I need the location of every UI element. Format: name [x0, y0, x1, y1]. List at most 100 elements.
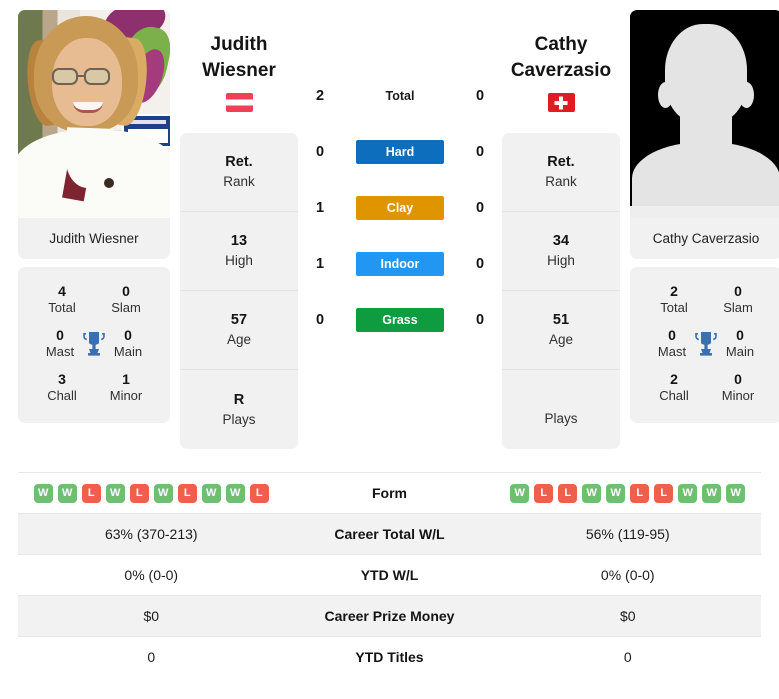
h2h-surface-label-indoor[interactable]: Indoor [356, 252, 444, 276]
photo-glasses-left [52, 68, 78, 85]
right-photo-caption: Cathy Caverzasio [652, 231, 760, 246]
trophy-icon [694, 330, 718, 356]
left-rank-label: Rank [223, 174, 255, 190]
left-age-cell: 57 Age [180, 291, 298, 370]
right-cell: 0% (0-0) [600, 567, 655, 583]
left-titles-main-value: 0 [124, 327, 132, 343]
form-badge-loss[interactable]: L [249, 483, 269, 503]
left-titles-chall-value: 3 [58, 371, 66, 387]
left-player-column: Judith Wiesner 4 Total 0 Slam 0 Mast 0 M… [18, 10, 170, 472]
h2h-right-value: 0 [475, 200, 485, 216]
left-rank-card: Ret. Rank 13 High 57 Age R Plays [180, 133, 298, 449]
right-age-cell: 51 Age [502, 291, 620, 370]
h2h-surface-label-hard[interactable]: Hard [356, 140, 444, 164]
right-titles-slam-value: 0 [734, 283, 742, 299]
avatar-head [665, 24, 747, 124]
right-titles-chall-value: 2 [670, 371, 678, 387]
row-label: YTD Titles [355, 649, 424, 665]
form-badge-loss[interactable]: L [654, 483, 674, 503]
left-rank-column: Judith Wiesner Ret. Rank 13 High 57 Age [180, 10, 298, 472]
right-titles-minor-value: 0 [734, 371, 742, 387]
form-badge-win[interactable]: W [57, 483, 77, 503]
table-row: W W L W L W L W W L Form W L L W W L L W W W [18, 472, 761, 513]
left-titles-mast: 0 Mast [38, 327, 82, 359]
right-player-header[interactable]: Cathy Caverzasio [502, 10, 620, 128]
form-badge-win[interactable]: W [33, 483, 53, 503]
form-badge-win[interactable]: W [726, 483, 746, 503]
right-form-strip: WLLWWLLWWW [510, 483, 746, 503]
right-rank-cell: Ret. Rank [502, 133, 620, 212]
right-titles-total-value: 2 [670, 283, 678, 299]
right-player-first-name: Cathy [534, 34, 588, 55]
h2h-left-value: 2 [315, 88, 325, 104]
photo-brooch [104, 178, 114, 188]
form-badge-win[interactable]: W [105, 483, 125, 503]
form-badge-loss[interactable]: L [129, 483, 149, 503]
left-high-label: High [225, 253, 253, 269]
h2h-surface-label-grass[interactable]: Grass [356, 308, 444, 332]
right-cell: 0 [623, 649, 632, 665]
right-cell: 56% (119-95) [585, 526, 670, 542]
form-badge-win[interactable]: W [225, 483, 245, 503]
right-titles-mast: 0 Mast [650, 327, 694, 359]
h2h-right-value: 0 [475, 256, 485, 272]
form-badge-loss[interactable]: L [81, 483, 101, 503]
right-rank-label: Rank [545, 174, 577, 190]
right-titles-row-2: 0 Mast 0 Main [636, 321, 776, 365]
form-badge-win[interactable]: W [678, 483, 698, 503]
form-badge-loss[interactable]: L [177, 483, 197, 503]
right-rank-card: Ret. Rank 34 High 51 Age Plays [502, 133, 620, 449]
right-cell: WLLWWLLWWW [495, 483, 762, 503]
h2h-surface-label-total: Total [385, 89, 415, 103]
right-plays-cell: Plays [502, 370, 620, 449]
h2h-right-value: 0 [475, 144, 485, 160]
left-rank-cell: Ret. Rank [180, 133, 298, 212]
row-label: Career Total W/L [334, 526, 445, 542]
player-comparison-page: Judith Wiesner 4 Total 0 Slam 0 Mast 0 M… [0, 0, 779, 699]
h2h-row-grass: 0 Grass 0 [298, 292, 502, 348]
right-plays-label: Plays [544, 410, 578, 426]
form-badge-loss[interactable]: L [630, 483, 650, 503]
h2h-row-indoor: 1 Indoor 0 [298, 236, 502, 292]
form-badge-win[interactable]: W [606, 483, 626, 503]
right-titles-minor: 0 Minor [714, 371, 762, 403]
right-player-photo-card[interactable]: Cathy Caverzasio [630, 10, 779, 259]
form-badge-loss[interactable]: L [534, 483, 554, 503]
row-label: Form [372, 485, 407, 501]
h2h-left-value: 0 [315, 144, 325, 160]
h2h-right-value: 0 [475, 88, 485, 104]
left-cell: 0 [147, 649, 156, 665]
h2h-surface-label-clay[interactable]: Clay [356, 196, 444, 220]
left-titles-row-2: 0 Mast 0 Main [24, 321, 164, 365]
left-player-header[interactable]: Judith Wiesner [180, 10, 298, 128]
right-player-last-name: Caverzasio [510, 59, 612, 81]
form-badge-win[interactable]: W [201, 483, 221, 503]
left-titles-total-value: 4 [58, 283, 66, 299]
form-badge-win[interactable]: W [510, 483, 530, 503]
head-to-head-column: 2 Total 0 0 Hard 0 1 Clay 0 1 Indoor 0 0 Grass 0 [298, 10, 502, 472]
right-titles-main-label: Main [725, 344, 755, 359]
left-plays-cell: R Plays [180, 370, 298, 449]
left-titles-mast-label: Mast [45, 344, 75, 359]
right-titles-main-value: 0 [736, 327, 744, 343]
photo-glasses-right [84, 68, 110, 85]
h2h-left-value: 1 [315, 256, 325, 272]
compare-section: Judith Wiesner 4 Total 0 Slam 0 Mast 0 M… [0, 0, 779, 472]
right-cell: $0 [619, 608, 636, 624]
avatar-base [630, 206, 779, 218]
left-titles-slam-value: 0 [122, 283, 130, 299]
right-high-cell: 34 High [502, 212, 620, 291]
left-titles-row-1: 4 Total 0 Slam [24, 277, 164, 321]
form-badge-loss[interactable]: L [558, 483, 578, 503]
left-titles-total: 4 Total [38, 283, 86, 315]
head-to-head-list: 2 Total 0 0 Hard 0 1 Clay 0 1 Indoor 0 0 Grass 0 [298, 10, 502, 348]
left-cell: 63% (370-213) [104, 526, 198, 542]
right-titles-total: 2 Total [650, 283, 698, 315]
h2h-row-hard: 0 Hard 0 [298, 124, 502, 180]
form-badge-win[interactable]: W [582, 483, 602, 503]
form-badge-win[interactable]: W [153, 483, 173, 503]
left-player-last-name: Wiesner [202, 59, 276, 81]
left-player-photo-card[interactable]: Judith Wiesner [18, 10, 170, 259]
form-badge-win[interactable]: W [702, 483, 722, 503]
left-form-strip: WWLWLWLWWL [33, 483, 269, 503]
